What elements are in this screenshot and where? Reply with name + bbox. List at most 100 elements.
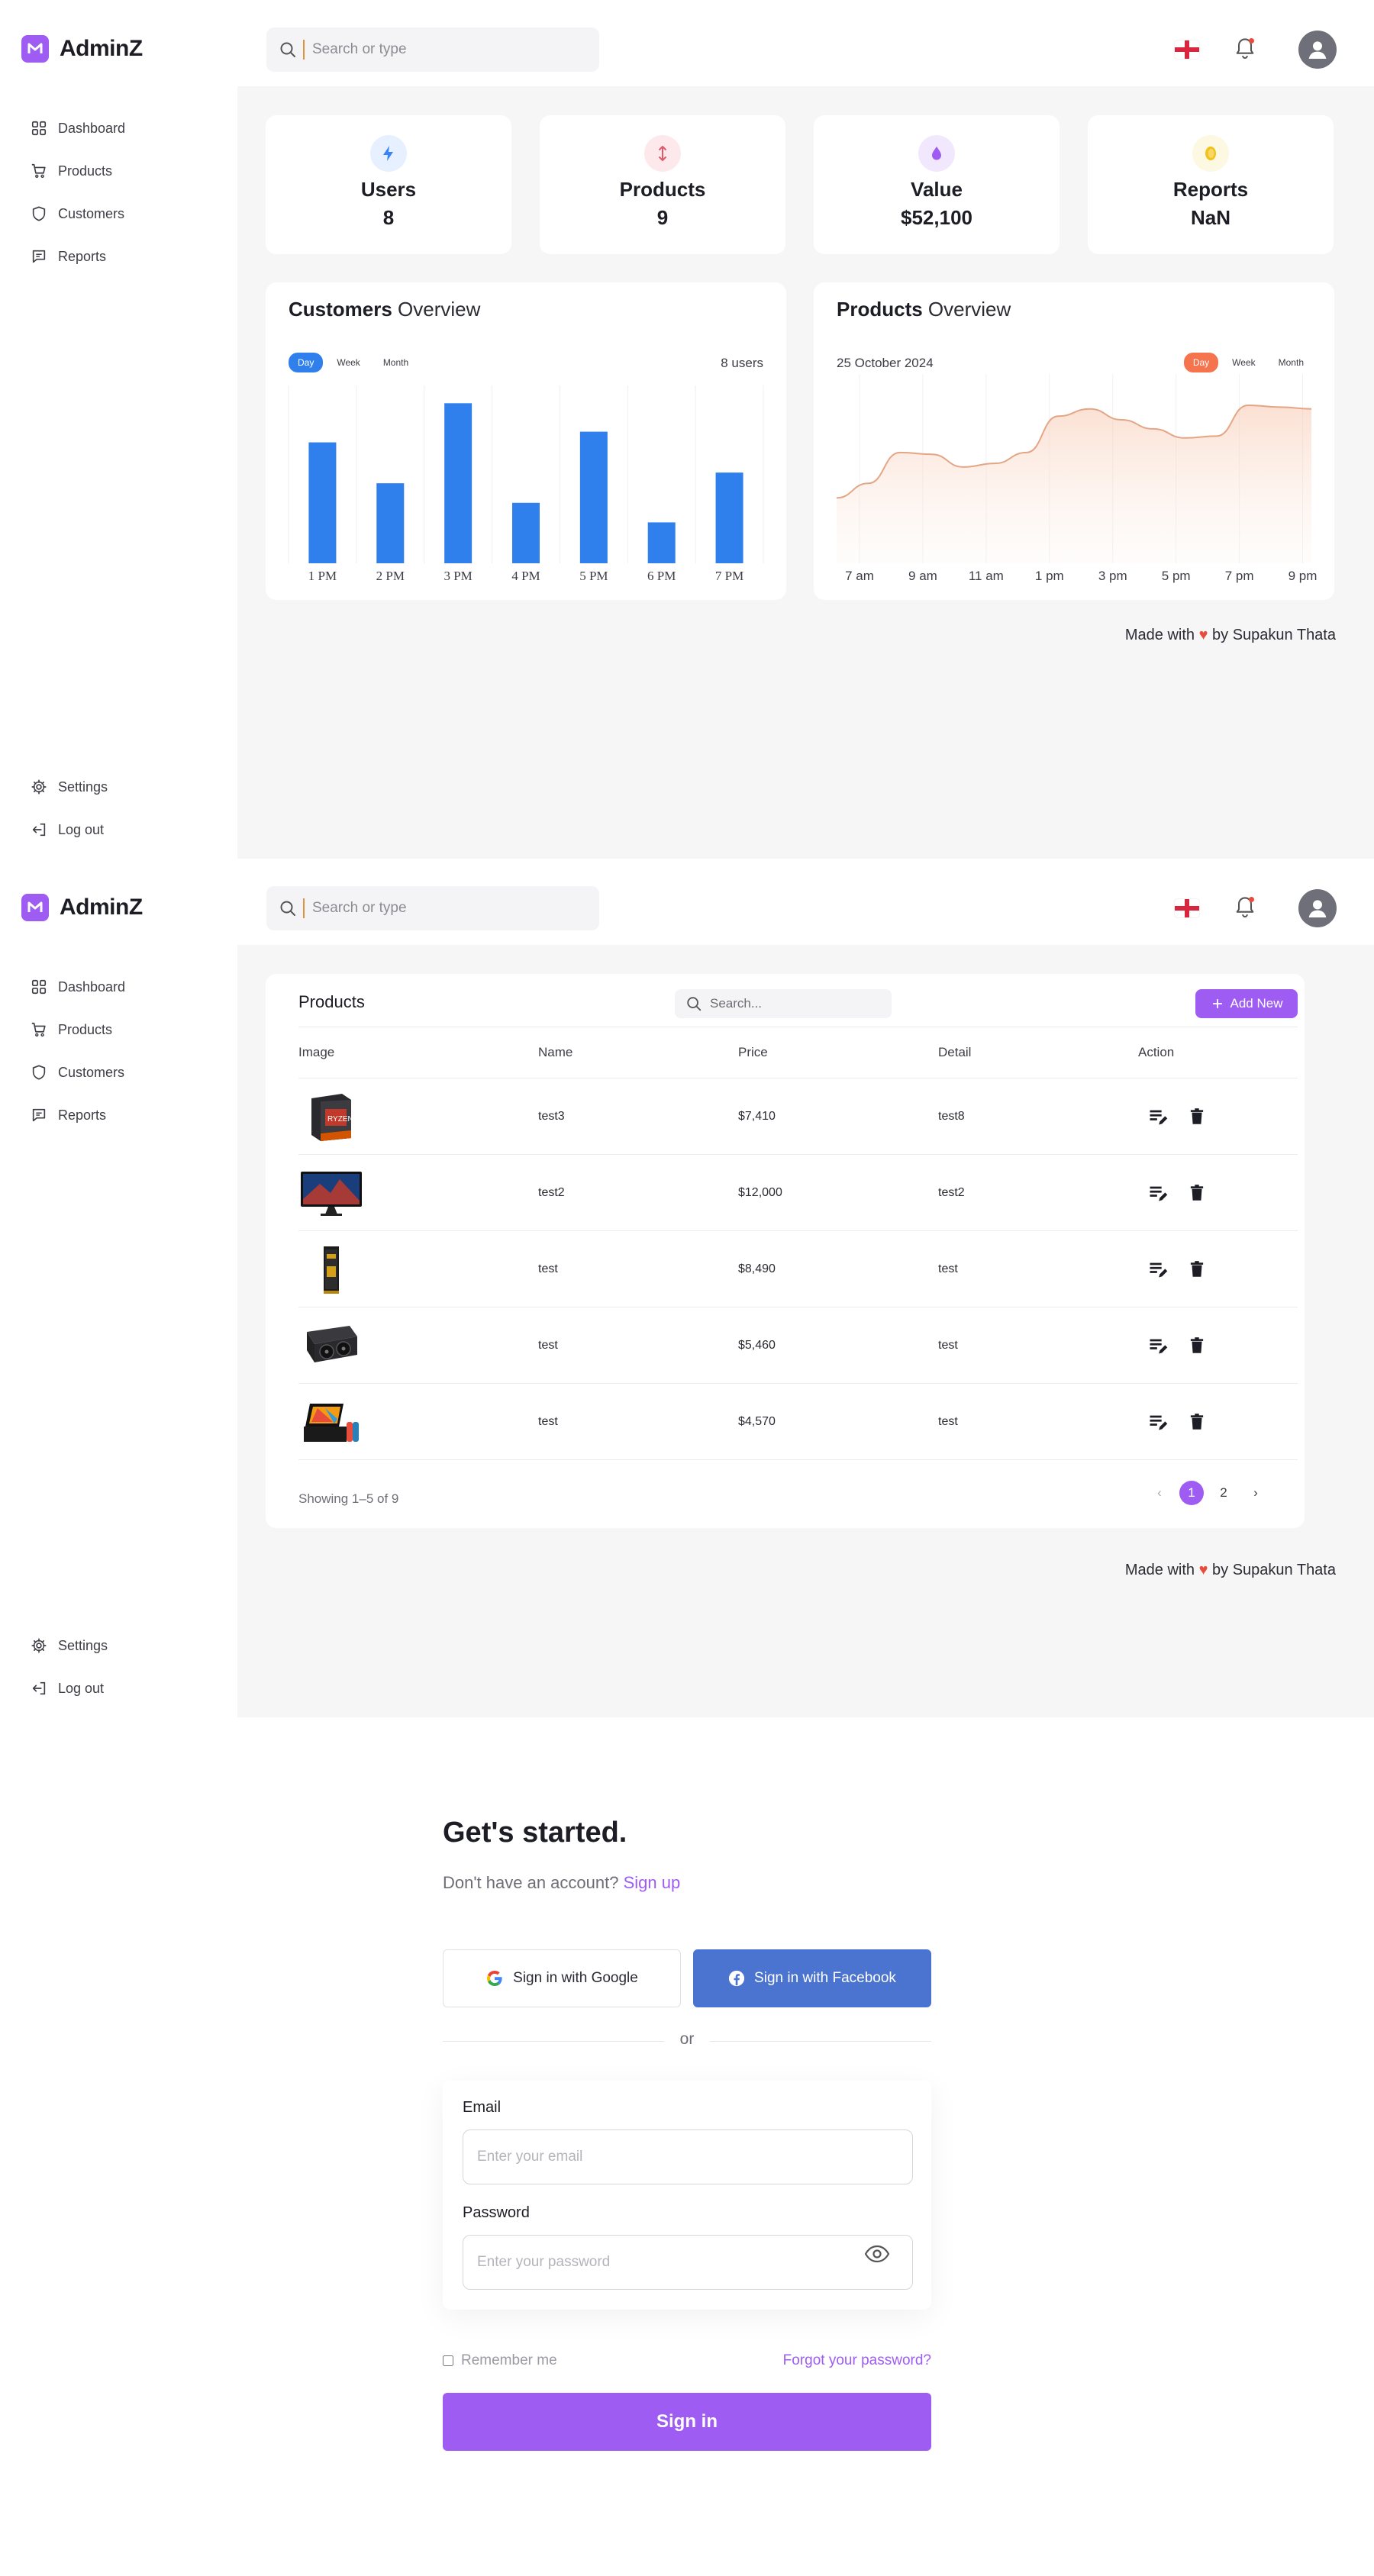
stat-label: Users	[360, 178, 417, 201]
sidebar-item-dashboard[interactable]: Dashboard	[31, 966, 125, 1008]
trash-icon[interactable]	[1187, 1259, 1207, 1279]
stat-value: 8	[382, 206, 395, 229]
login-title: Get's started.	[443, 1817, 627, 1849]
pagination: ‹ 1 2 ›	[1147, 1481, 1268, 1505]
sidebar-item-logout[interactable]: Log out	[31, 1667, 108, 1710]
table-header: Image Name Price Detail Action	[298, 1027, 1298, 1078]
avatar[interactable]	[1298, 31, 1337, 69]
sidebar-item-settings[interactable]: Settings	[31, 766, 108, 808]
sidebar-item-label: Dashboard	[58, 120, 126, 136]
remember-me-checkbox[interactable]	[443, 2355, 453, 2366]
login-screen: Get's started. Don't have an account? Si…	[0, 1717, 1374, 2576]
products-search-input[interactable]	[710, 996, 878, 1011]
sidebar-item-label: Dashboard	[58, 978, 126, 995]
products-search[interactable]	[675, 989, 892, 1018]
sidebar-item-reports[interactable]: Reports	[31, 1094, 125, 1136]
page-button-1[interactable]: 1	[1179, 1481, 1204, 1505]
product-price: $4,570	[738, 1414, 776, 1428]
bell-icon[interactable]	[1234, 895, 1256, 920]
stat-card-reports[interactable]: Reports NaN	[1088, 115, 1334, 254]
stat-card-users[interactable]: Users 8	[266, 115, 511, 254]
search-input[interactable]	[312, 900, 556, 917]
trash-icon[interactable]	[1187, 1107, 1207, 1127]
sidebar-item-products[interactable]: Products	[31, 150, 125, 192]
products-table-card: Products Add New Image Name Price Detail…	[266, 974, 1305, 1528]
global-search[interactable]	[266, 27, 599, 72]
forgot-password-link[interactable]: Forgot your password?	[783, 2352, 931, 2369]
x-tick-label: 7 pm	[1225, 569, 1254, 583]
logout-icon	[31, 821, 47, 838]
app-logo[interactable]: AdminZ	[21, 894, 143, 921]
sidebar-item-label: Settings	[58, 779, 108, 795]
customers-overview-card: Customers Overview Day Week Month 8 user…	[266, 282, 786, 600]
sidebar-item-label: Customers	[58, 1064, 125, 1080]
sidebar-item-customers[interactable]: Customers	[31, 192, 125, 235]
remember-me[interactable]: Remember me	[443, 2352, 557, 2369]
chevron-right-icon[interactable]: ›	[1243, 1481, 1268, 1505]
facebook-signin-button[interactable]: Sign in with Facebook	[693, 1949, 931, 2007]
trash-icon[interactable]	[1187, 1412, 1207, 1432]
app-logo[interactable]: AdminZ	[21, 35, 143, 63]
language-flag-icon[interactable]	[1175, 899, 1199, 917]
add-new-button[interactable]: Add New	[1195, 989, 1298, 1018]
stat-card-value[interactable]: Value $52,100	[814, 115, 1060, 254]
stat-value: 9	[656, 206, 669, 229]
avatar[interactable]	[1298, 889, 1337, 927]
sidebar-nav: Dashboard Products Customers Reports	[31, 966, 125, 1136]
facebook-icon	[728, 1970, 745, 1987]
eye-icon[interactable]	[864, 2242, 890, 2265]
shield-icon	[31, 205, 47, 222]
global-search[interactable]	[266, 886, 599, 930]
edit-icon[interactable]	[1147, 1182, 1169, 1204]
add-new-label: Add New	[1230, 996, 1283, 1011]
bar	[512, 502, 540, 563]
cpu-box-icon: RYZEN	[298, 1090, 364, 1143]
chevron-left-icon[interactable]: ‹	[1147, 1481, 1172, 1505]
stat-card-products[interactable]: Products 9	[540, 115, 785, 254]
sidebar-item-products[interactable]: Products	[31, 1008, 125, 1051]
product-price: $12,000	[738, 1185, 782, 1199]
signin-button[interactable]: Sign in	[443, 2393, 931, 2451]
stat-label: Products	[619, 178, 706, 201]
product-price: $8,490	[738, 1262, 776, 1275]
user-icon	[1305, 37, 1330, 62]
app-name: AdminZ	[60, 36, 143, 61]
bell-icon[interactable]	[1234, 37, 1256, 61]
chat-icon	[31, 248, 47, 265]
search-input[interactable]	[312, 41, 556, 58]
stat-value: NaN	[1190, 206, 1230, 229]
cart-icon	[31, 1021, 47, 1038]
drop-icon	[918, 135, 955, 172]
column-header: Detail	[938, 1045, 972, 1059]
chat-icon	[31, 1107, 47, 1124]
language-flag-icon[interactable]	[1175, 40, 1199, 59]
table-row: test $4,570 test	[298, 1384, 1298, 1460]
edit-icon[interactable]	[1147, 1411, 1169, 1433]
email-field[interactable]	[463, 2129, 913, 2184]
sidebar-item-logout[interactable]: Log out	[31, 808, 108, 851]
sidebar-item-customers[interactable]: Customers	[31, 1051, 125, 1094]
sidebar-item-dashboard[interactable]: Dashboard	[31, 107, 125, 150]
google-signin-button[interactable]: Sign in with Google	[443, 1949, 681, 2007]
trash-icon[interactable]	[1187, 1183, 1207, 1203]
trash-icon[interactable]	[1187, 1336, 1207, 1356]
sidebar-item-reports[interactable]: Reports	[31, 235, 125, 278]
cart-icon	[31, 163, 47, 179]
bar	[376, 483, 405, 563]
dashboard-screen: AdminZ Dashboard Products Customers Repo…	[0, 0, 1374, 859]
x-tick-label: 6 PM	[647, 569, 676, 583]
edit-icon[interactable]	[1147, 1259, 1169, 1280]
page-button-2[interactable]: 2	[1211, 1481, 1236, 1505]
gear-icon	[31, 779, 47, 795]
edit-icon[interactable]	[1147, 1106, 1169, 1127]
signup-link[interactable]: Sign up	[624, 1873, 681, 1892]
sidebar-item-settings[interactable]: Settings	[31, 1624, 108, 1667]
sidebar-bottom-nav: Settings Log out	[31, 766, 108, 851]
x-tick-label: 7 am	[845, 569, 874, 583]
password-label: Password	[463, 2204, 530, 2221]
remember-me-label: Remember me	[461, 2352, 557, 2368]
edit-icon[interactable]	[1147, 1335, 1169, 1356]
gear-icon	[31, 1637, 47, 1654]
pagination-info: Showing 1–5 of 9	[298, 1491, 399, 1506]
password-field[interactable]	[463, 2235, 913, 2290]
